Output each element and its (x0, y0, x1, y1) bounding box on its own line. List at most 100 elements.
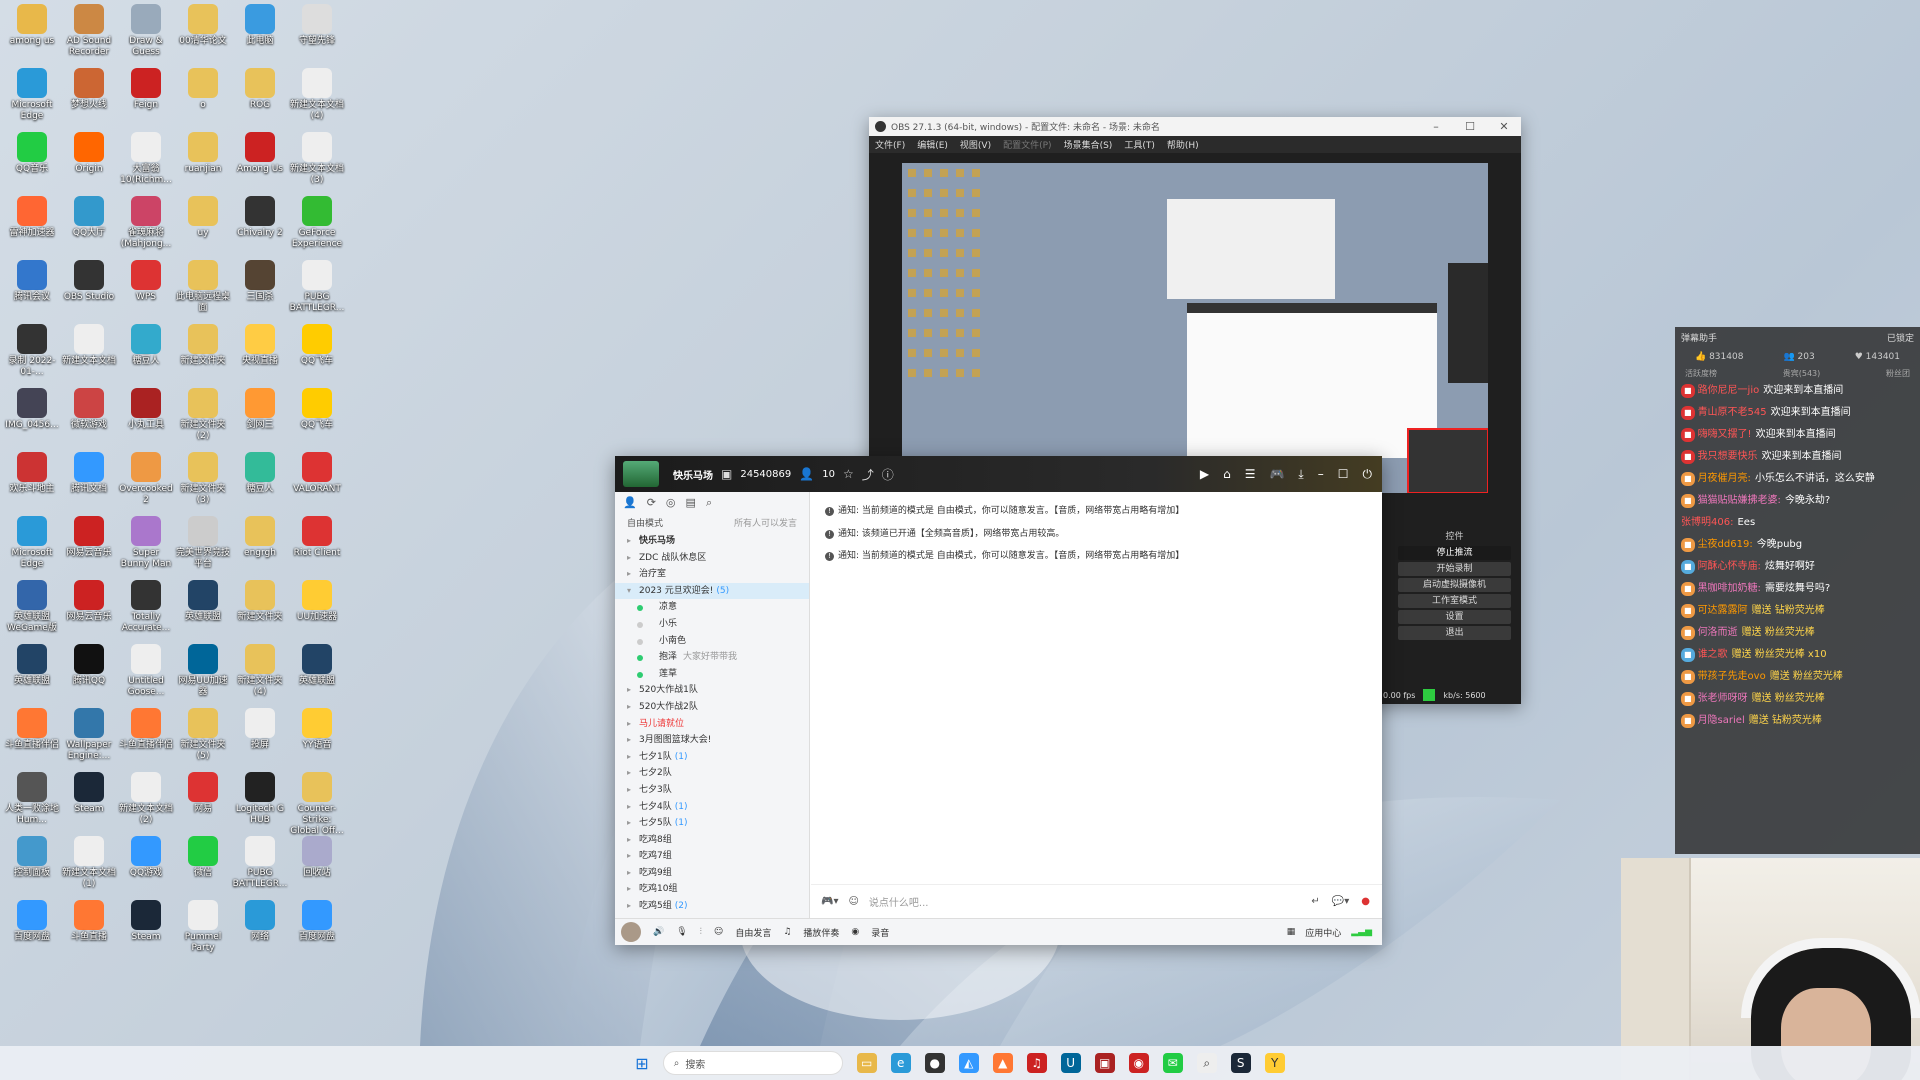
desktop-icon[interactable]: 三国杀 (232, 260, 288, 303)
channel-member[interactable]: 凉意 (615, 599, 809, 616)
channel-tree-item[interactable]: ▸ 吃鸡10组 (615, 881, 809, 898)
desktop-icon[interactable]: Steam (61, 772, 117, 815)
channel-tree-item[interactable]: ▸ 快乐马场 (615, 533, 809, 550)
netease-cloud-icon[interactable]: ◉ (1128, 1053, 1149, 1073)
wechat-icon[interactable]: ✉ (1162, 1053, 1183, 1073)
speaker-icon[interactable]: 🔊 (653, 927, 664, 937)
windows-start-icon[interactable]: ⊞ (635, 1054, 648, 1073)
desktop-icon[interactable]: 斗鱼直播 (61, 900, 117, 943)
desktop-icon[interactable]: Draw & Guess (118, 4, 174, 58)
desktop-icon[interactable]: 剑网三 (232, 388, 288, 431)
desktop-icon[interactable]: QQ大厅 (61, 196, 117, 239)
start-virtual-camera-button[interactable]: 启动虚拟摄像机 (1398, 578, 1511, 592)
desktop-icon[interactable]: engrgh (232, 516, 288, 559)
desktop-icon[interactable]: 腾讯QQ (61, 644, 117, 687)
menu-scene-collection[interactable]: 场景集合(S) (1064, 138, 1113, 151)
channel-tree-item[interactable]: ▸ 吃鸡7组 (615, 848, 809, 865)
desktop-icon[interactable]: 腾讯会议 (4, 260, 60, 303)
desktop-icon[interactable]: 新建文件夹 (3) (175, 452, 231, 506)
game-icon[interactable]: 🎮 (1269, 467, 1284, 482)
desktop-icon[interactable]: ruanjian (175, 132, 231, 175)
microphone-icon[interactable]: 🎙 (676, 927, 687, 937)
minimize-icon[interactable]: – (1318, 467, 1324, 482)
desktop-icon[interactable]: o (175, 68, 231, 111)
danmaku-username[interactable]: 张博明406: (1681, 517, 1733, 528)
desktop-icon[interactable]: Steam (118, 900, 174, 943)
gamepad-icon[interactable]: 🎮▾ (821, 896, 838, 907)
desktop-icon[interactable]: 网络 (232, 900, 288, 943)
desktop-icon[interactable]: 00清华论文 (175, 4, 231, 47)
taskbar-search[interactable]: ⌕ 搜索 (662, 1051, 843, 1075)
danmaku-message-list[interactable]: ■ 路你尼尼一jio 欢迎来到本直播间 ■ 青山原不老545 欢迎来到本直播间 ■ 嗨嗨又摆了… (1675, 381, 1920, 733)
desktop-icon[interactable]: 此电脑 (232, 4, 288, 47)
desktop-icon[interactable]: 糖豆人 (232, 452, 288, 495)
desktop-icon[interactable]: QQ飞车 (289, 324, 345, 367)
desktop-icon[interactable]: 雀魂麻将(Mahjong... (118, 196, 174, 250)
desktop-icon[interactable]: 网易 (175, 772, 231, 815)
tab-vip[interactable]: 贵宾(543) (1783, 368, 1821, 379)
play-accompaniment-button[interactable]: 播放伴奏 (803, 926, 839, 939)
emoji-icon[interactable]: ☺ (848, 896, 858, 907)
desktop-icon[interactable]: 英雄联盟 (4, 644, 60, 687)
desktop-icon[interactable]: Super Bunny Man (118, 516, 174, 570)
desktop-icon[interactable]: Wallpaper Engine:... (61, 708, 117, 762)
desktop-icon[interactable]: IMG_0456... (4, 388, 60, 431)
desktop-icon[interactable]: QQ音乐 (4, 132, 60, 175)
desktop-icon[interactable]: 斗鱼直播伴侣 (4, 708, 60, 751)
desktop-icon[interactable]: Counter-Strike: Global Off... (289, 772, 345, 837)
menu-view[interactable]: 视图(V) (960, 138, 991, 151)
desktop-icon[interactable]: 新建文本文档 (2) (118, 772, 174, 826)
channel-tree-item[interactable]: ▸ 吃鸡9组 (615, 865, 809, 882)
channel-member[interactable]: 抱泽 大家好带带我 (615, 649, 809, 666)
menu-help[interactable]: 帮助(H) (1167, 138, 1199, 151)
danmaku-username[interactable]: 嗨嗨又摆了! (1698, 429, 1752, 440)
desktop-icon[interactable]: 录制 2022-01-... (4, 324, 60, 378)
desktop-icon[interactable]: Microsoft Edge (4, 516, 60, 570)
desktop-icon[interactable]: Overcooked 2 (118, 452, 174, 506)
desktop-icon[interactable]: Pummel Party (175, 900, 231, 954)
tab-fans[interactable]: 粉丝团 (1886, 368, 1910, 379)
desktop-icon[interactable]: 回收站 (289, 836, 345, 879)
desktop-icon[interactable]: 新建文本文档 (4) (289, 68, 345, 122)
send-icon[interactable]: ↵ (1311, 896, 1319, 907)
stop-streaming-button[interactable]: 停止推流 (1398, 546, 1511, 560)
channel-tree-item[interactable]: ▸ 520大作战2队 (615, 699, 809, 716)
desktop-icon[interactable]: 完美世界竞技平台 (175, 516, 231, 570)
desktop-icon[interactable]: 英雄联盟 (289, 644, 345, 687)
channel-tree-item[interactable]: ▸ 七夕1队 (1) (615, 749, 809, 766)
start-recording-button[interactable]: 开始录制 (1398, 562, 1511, 576)
desktop-icon[interactable]: 央视直播 (232, 324, 288, 367)
desktop-icon[interactable]: Chivalry 2 (232, 196, 288, 239)
desktop-icon[interactable]: 网易UU加速器 (175, 644, 231, 698)
desktop-icon[interactable]: 英雄联盟 (175, 580, 231, 623)
mic-icon[interactable]: ● (1361, 896, 1370, 907)
desktop-icon[interactable]: 小丸工具 (118, 388, 174, 431)
desktop-icon[interactable]: 网易云音乐 (61, 580, 117, 623)
desktop-icon[interactable]: 人类一败涂地 Hum... (4, 772, 60, 826)
desktop-icon[interactable]: 投屏 (232, 708, 288, 751)
channel-tree-item[interactable]: ▸ 七夕2队 (615, 765, 809, 782)
info-icon[interactable]: ⓘ (882, 466, 894, 483)
desktop-icon[interactable]: Among Us (232, 132, 288, 175)
channel-member[interactable]: 莲草 (615, 666, 809, 683)
desktop-icon[interactable]: 微软游戏 (61, 388, 117, 431)
maximize-icon[interactable]: ☐ (1338, 467, 1349, 482)
desktop-icon[interactable]: 控制面板 (4, 836, 60, 879)
desktop-icon[interactable]: Origin (61, 132, 117, 175)
exit-button[interactable]: 退出 (1398, 626, 1511, 640)
desktop-icon[interactable]: 梦想火线 (61, 68, 117, 111)
channel-tree-item[interactable]: ▾ 2023 元旦欢迎会! (5) (615, 582, 809, 600)
note-icon[interactable]: ▤ (686, 496, 696, 510)
desktop-icon[interactable]: 此电脑远程桌面 (175, 260, 231, 314)
search-icon[interactable]: ⌕ (706, 496, 712, 510)
menu-tools[interactable]: 工具(T) (1124, 138, 1155, 151)
channel-tree-item[interactable]: ▸ ZDC 战队休息区 (615, 550, 809, 567)
desktop-icon[interactable]: Microsoft Edge (4, 68, 60, 122)
danmaku-username[interactable]: 月夜催月亮: (1698, 473, 1751, 484)
desktop-icon[interactable]: uy (175, 196, 231, 239)
danmaku-username[interactable]: 猫猫贴贴嫌拂老婆: (1698, 495, 1781, 506)
channel-member[interactable]: 小南色 (615, 633, 809, 650)
desktop-icon[interactable]: YY语音 (289, 708, 345, 751)
desktop-icon[interactable]: Totally Accurate... (118, 580, 174, 634)
desktop-icon[interactable]: VALORANT (289, 452, 345, 495)
